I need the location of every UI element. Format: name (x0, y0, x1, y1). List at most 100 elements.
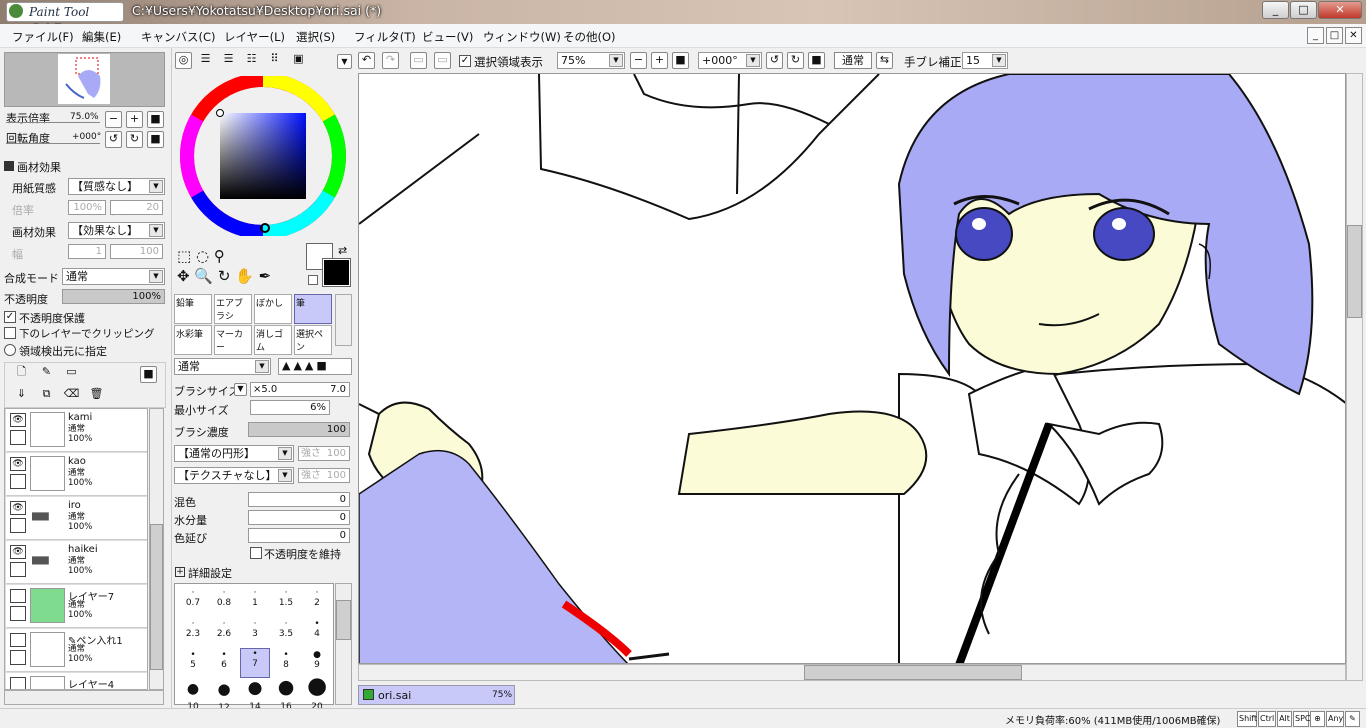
canvas-zoom-reset-button[interactable]: ■ (672, 52, 689, 69)
size-mult-icon[interactable]: ▼ (234, 383, 247, 396)
canvas-rotate-reset-button[interactable]: ■ (808, 52, 825, 69)
layer-item[interactable]: ✎ペン入れ1 通常 100% (6, 629, 147, 672)
rotate-reset-button[interactable]: ■ (147, 131, 164, 148)
mdi-close-button[interactable]: ✕ (1345, 27, 1362, 44)
texture-strength[interactable]: 強さ 100 (298, 468, 350, 483)
layer-scroll-thumb[interactable] (150, 524, 163, 670)
blend-slider[interactable]: 0 (248, 492, 350, 507)
stretch-slider[interactable]: 0 (248, 528, 350, 543)
visibility-eye-icon[interactable]: 👁 (10, 413, 26, 427)
swatch-tab-icon[interactable]: ☷ (243, 52, 260, 69)
blend-mode-select[interactable]: 通常 ▼ (62, 268, 165, 285)
zoom-icon[interactable]: 🔍 (194, 267, 213, 285)
layer-folder-item[interactable]: 👁 ▬ haikei 通常 100% (6, 541, 147, 584)
menu-layer[interactable]: レイヤー(L) (224, 29, 285, 45)
layer-item[interactable]: 👁 kao 通常 100% (6, 453, 147, 496)
brush-size-cell[interactable]: • 4 (302, 619, 332, 639)
expand-icon[interactable]: + (175, 567, 185, 577)
hsv-slider-tab-icon[interactable]: ☰ (220, 52, 237, 69)
transparent-color-icon[interactable] (308, 275, 318, 285)
layer-lock-box[interactable] (10, 518, 26, 533)
mdi-minimize-button[interactable]: _ (1307, 27, 1324, 44)
tool-watercolor[interactable]: 水彩筆 (174, 325, 212, 355)
new-pen-layer-icon[interactable]: ✎ (38, 365, 55, 382)
tool-pencil[interactable]: 鉛筆 (174, 294, 212, 324)
clear-layer-icon[interactable]: ⌫ (63, 387, 80, 404)
redo-button[interactable]: ↷ (382, 52, 399, 69)
zoom-out-button[interactable]: − (105, 111, 122, 128)
brush-size-cell[interactable]: ● 9 (302, 650, 332, 670)
canvas-hscroll-thumb[interactable] (804, 665, 1022, 680)
brush-size-cell[interactable]: • 5 (178, 650, 208, 670)
tool-eraser[interactable]: 消しゴム (254, 325, 292, 355)
brush-size-slider[interactable]: ×5.0 7.0 (250, 382, 350, 397)
zoom-select[interactable]: 75% ▼ (557, 52, 625, 69)
brush-size-cell[interactable]: · 2.3 (178, 619, 208, 639)
effect-strength-value[interactable]: 100 (110, 244, 163, 259)
effect-select[interactable]: 【効果なし】 ▼ (68, 222, 165, 239)
brush-size-cell[interactable]: • 8 (271, 650, 301, 670)
zoom-reset-button[interactable]: ■ (147, 111, 164, 128)
clipping-checkbox[interactable] (4, 327, 16, 339)
brush-size-cell[interactable]: · 1 (240, 588, 270, 608)
keep-opacity-checkbox[interactable] (250, 547, 262, 559)
angle-select[interactable]: +000° ▼ (698, 52, 762, 69)
layer-lock-box[interactable] (10, 606, 26, 621)
rgb-slider-tab-icon[interactable]: ☰ (197, 52, 214, 69)
panel-menu-icon[interactable]: ▼ (337, 54, 352, 69)
layer-item[interactable]: レイヤー7 通常 100% (6, 585, 147, 628)
brush-shape-select[interactable]: 【通常の円形】 ▼ (174, 445, 294, 462)
layer-settings-icon[interactable]: ■ (140, 366, 157, 383)
brush-size-cell-selected[interactable]: • 7 (240, 648, 270, 678)
rotate-icon[interactable]: ↻ (218, 267, 231, 285)
rotate-right-button[interactable]: ↻ (126, 131, 143, 148)
layer-lock-box[interactable] (10, 474, 26, 489)
min-size-slider[interactable]: 6% (250, 400, 330, 415)
water-slider[interactable]: 0 (248, 510, 350, 525)
delete-layer-icon[interactable]: 🗑 (88, 387, 105, 404)
zoom-slider[interactable] (6, 122, 100, 123)
layer-lock-box[interactable] (10, 562, 26, 577)
scale-value[interactable]: 100% (68, 200, 106, 215)
canvas-vertical-scrollbar[interactable] (1346, 73, 1363, 681)
source-radio[interactable] (4, 344, 16, 356)
tool-airbrush[interactable]: エアブラシ (214, 294, 252, 324)
canvas-rotate-right-button[interactable]: ↻ (787, 52, 804, 69)
tool-blur[interactable]: ぼかし (254, 294, 292, 324)
visibility-box[interactable] (10, 633, 26, 647)
menu-select[interactable]: 選択(S) (296, 29, 335, 45)
canvas-vscroll-thumb[interactable] (1347, 225, 1362, 318)
shape-strength[interactable]: 強さ 100 (298, 446, 350, 461)
eyedropper-icon[interactable]: ✒ (259, 267, 272, 285)
visibility-box[interactable] (10, 677, 26, 689)
visibility-box[interactable] (10, 589, 26, 603)
layer-hscrollbar[interactable] (4, 690, 164, 705)
opacity-slider[interactable]: 100% (62, 289, 165, 304)
rect-select-icon[interactable]: ⬚ (177, 247, 191, 265)
layer-folder-item[interactable]: 👁 ▬ iro 通常 100% (6, 497, 147, 540)
protect-opacity-checkbox[interactable]: ✓ (4, 311, 16, 323)
canvas-zoom-in-button[interactable]: + (651, 52, 668, 69)
primary-color-swatch[interactable] (322, 258, 351, 287)
visibility-eye-icon[interactable]: 👁 (10, 545, 26, 559)
menu-canvas[interactable]: キャンバス(C) (141, 29, 216, 45)
brush-size-scroll-thumb[interactable] (336, 600, 351, 640)
lasso-icon[interactable]: ◌ (196, 247, 209, 265)
move-icon[interactable]: ✥ (177, 267, 190, 285)
brush-size-cell[interactable]: · 1.5 (271, 588, 301, 608)
deselect-button[interactable]: ▭ (410, 52, 427, 69)
scratchpad-tab-icon[interactable]: ▣ (290, 52, 307, 69)
brush-size-cell[interactable]: · 2.6 (209, 619, 239, 639)
brush-mode-select[interactable]: 通常 ▼ (174, 358, 271, 375)
maximize-button[interactable]: □ (1290, 1, 1317, 19)
layer-item[interactable]: 👁 kami 通常 100% (6, 409, 147, 452)
rotate-slider[interactable] (6, 143, 100, 144)
invert-select-button[interactable]: ▭ (434, 52, 451, 69)
density-slider[interactable]: 100 (248, 422, 350, 437)
menu-edit[interactable]: 編集(E) (82, 29, 121, 45)
brush-size-cell[interactable]: · 0.8 (209, 588, 239, 608)
visibility-eye-icon[interactable]: 👁 (10, 457, 26, 471)
show-selection-checkbox[interactable]: ✓ (459, 55, 471, 67)
paper-select[interactable]: 【質感なし】 ▼ (68, 178, 165, 195)
brush-edge-selector[interactable]: ▲▲▲■ (278, 358, 352, 375)
